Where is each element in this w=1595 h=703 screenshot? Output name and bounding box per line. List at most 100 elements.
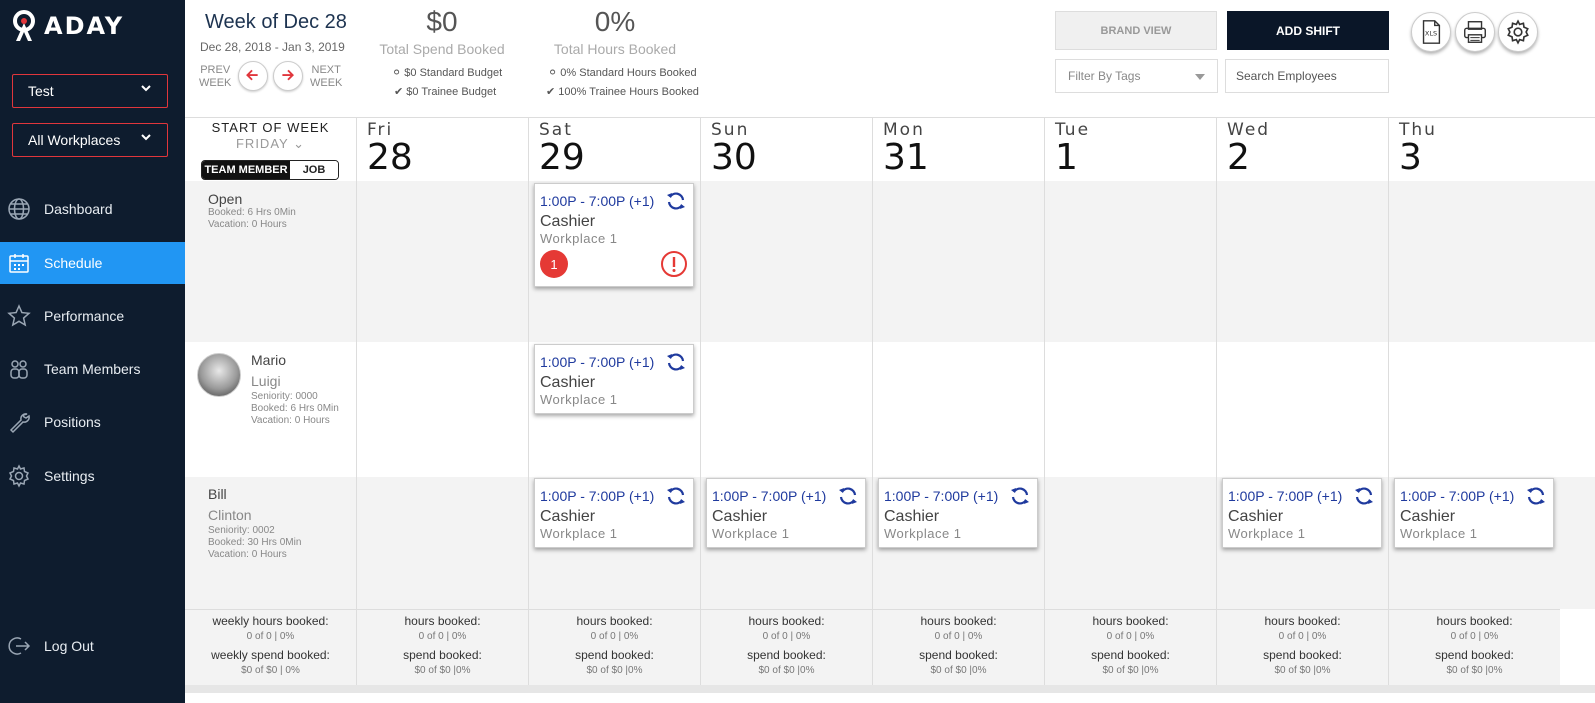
nav-dashboard[interactable]: Dashboard xyxy=(0,188,185,230)
workplace-select-value: All Workplaces xyxy=(28,132,121,148)
open-count-badge: 1 xyxy=(540,250,568,278)
day-number: 1 xyxy=(1055,137,1078,178)
spend-standard-text: $0 Standard Budget xyxy=(404,67,503,79)
sidebar: ADAY Test All Workplaces Dashboard Sched… xyxy=(0,0,185,703)
shift-card-bill-mon[interactable]: 1:00P - 7:00P (+1) Cashier Workplace 1 xyxy=(878,478,1038,548)
shift-workplace: Workplace 1 xyxy=(712,526,790,541)
nav-label: Dashboard xyxy=(44,201,113,217)
shift-workplace: Workplace 1 xyxy=(884,526,962,541)
day-header-sat: Sat 29 xyxy=(529,117,700,181)
calendar-icon xyxy=(9,254,29,273)
employee-last-name: Clinton xyxy=(208,507,252,523)
shift-card-bill-sun[interactable]: 1:00P - 7:00P (+1) Cashier Workplace 1 xyxy=(706,478,866,548)
workplace-select[interactable]: All Workplaces xyxy=(12,123,168,157)
prev-week-button[interactable] xyxy=(238,61,268,91)
export-xls-button[interactable]: XLS xyxy=(1411,12,1451,52)
trainee-icon: ✔︎ xyxy=(546,86,556,98)
horizontal-scrollbar[interactable] xyxy=(185,685,1595,693)
weekly-totals: weekly hours booked: 0 of 0 | 0% weekly … xyxy=(185,609,356,685)
sync-icon[interactable] xyxy=(836,484,860,508)
wrench-icon xyxy=(9,413,30,434)
employee-vacation: Vacation: 0 Hours xyxy=(208,219,287,230)
schedule-header: Week of Dec 28 Dec 28, 2018 - Jan 3, 201… xyxy=(185,0,1595,117)
shift-position: Cashier xyxy=(1400,508,1456,525)
next-week-label[interactable]: NEXT WEEK xyxy=(310,64,342,90)
hours-value: 0 of 0 | 0% xyxy=(934,631,983,642)
location-select-value: Test xyxy=(28,83,54,99)
day-totals-sun: hours booked: 0 of 0 | 0% spend booked: … xyxy=(701,609,872,685)
xls-file-icon: XLS xyxy=(1422,20,1441,44)
employee-first-name: Mario xyxy=(251,352,287,368)
settings-button[interactable] xyxy=(1498,12,1538,52)
nav-label: Performance xyxy=(44,308,125,324)
prev-week-line2: WEEK xyxy=(199,77,232,89)
add-shift-button[interactable]: ADD SHIFT xyxy=(1227,11,1389,50)
weekly-hours-label: weekly hours booked: xyxy=(212,614,329,628)
nav-logout[interactable]: Log Out xyxy=(0,625,185,667)
logo-text: ADAY xyxy=(44,12,125,40)
shift-position: Cashier xyxy=(540,508,596,525)
divider xyxy=(1388,117,1389,685)
spend-label: spend booked: xyxy=(575,648,654,662)
sync-icon[interactable] xyxy=(664,350,688,374)
hours-standard: ⚪︎ 0% Standard Hours Booked xyxy=(548,66,697,79)
toggle-team-member[interactable]: TEAM MEMBER xyxy=(202,161,290,179)
logo-icon xyxy=(13,10,35,41)
shift-card-bill-wed[interactable]: 1:00P - 7:00P (+1) Cashier Workplace 1 xyxy=(1222,478,1382,548)
hours-value: 0 of 0 | 0% xyxy=(418,631,467,642)
shift-card-bill-thu[interactable]: 1:00P - 7:00P (+1) Cashier Workplace 1 xyxy=(1394,478,1554,548)
sync-icon[interactable] xyxy=(664,484,688,508)
spend-trainee: ✔︎ $0 Trainee Budget xyxy=(394,85,496,98)
sync-icon[interactable] xyxy=(664,189,688,213)
employee-booked: Booked: 30 Hrs 0Min xyxy=(208,537,302,548)
star-icon xyxy=(7,304,31,327)
shift-workplace: Workplace 1 xyxy=(540,231,618,246)
trainee-icon: ✔︎ xyxy=(394,86,404,98)
spend-value: $0 of $0 |0% xyxy=(1102,665,1159,676)
employee-vacation: Vacation: 0 Hours xyxy=(208,549,287,560)
hours-trainee: ✔︎ 100% Trainee Hours Booked xyxy=(546,85,699,98)
nav-schedule[interactable]: Schedule xyxy=(0,242,185,284)
start-of-week-day: FRIDAY xyxy=(235,136,289,151)
hours-trainee-text: 100% Trainee Hours Booked xyxy=(558,86,699,98)
spend-value: $0 of $0 |0% xyxy=(758,665,815,676)
warning-icon[interactable] xyxy=(660,250,688,278)
print-button[interactable] xyxy=(1455,12,1495,52)
nav-team-members[interactable]: Team Members xyxy=(0,348,185,390)
hours-label: hours booked: xyxy=(1436,614,1513,628)
team-icon xyxy=(10,360,28,379)
next-week-line2: WEEK xyxy=(310,77,343,89)
day-totals-thu: hours booked: 0 of 0 | 0% spend booked: … xyxy=(1389,609,1560,685)
nav-settings[interactable]: Settings xyxy=(0,455,185,497)
shift-time: 1:00P - 7:00P (+1) xyxy=(712,488,827,504)
weekly-spend-label: weekly spend booked: xyxy=(211,648,330,662)
sync-icon[interactable] xyxy=(1352,484,1376,508)
employee-first-name: Bill xyxy=(208,486,227,502)
chevron-down-icon xyxy=(141,85,151,92)
spend-label: spend booked: xyxy=(1091,648,1170,662)
toggle-job[interactable]: JOB xyxy=(290,161,338,179)
hours-label: hours booked: xyxy=(1264,614,1341,628)
next-week-button[interactable] xyxy=(273,61,303,91)
sync-icon[interactable] xyxy=(1524,484,1548,508)
sync-icon[interactable] xyxy=(1008,484,1032,508)
shift-card-open-sat[interactable]: 1:00P - 7:00P (+1) Cashier Workplace 1 1 xyxy=(534,183,694,287)
app-logo[interactable]: ADAY xyxy=(12,8,124,44)
employee-meta: Seniority: 0000 Booked: 6 Hrs 0Min Vacat… xyxy=(251,391,339,427)
nav-positions[interactable]: Positions xyxy=(0,401,185,443)
filter-by-tags-select[interactable]: Filter By Tags xyxy=(1055,59,1218,93)
prev-week-label[interactable]: PREV WEEK xyxy=(199,64,231,90)
day-totals-fri: hours booked: 0 of 0 | 0% spend booked: … xyxy=(357,609,528,685)
start-of-week-select[interactable]: FRIDAY ⌄ xyxy=(185,136,356,152)
divider xyxy=(1216,117,1217,685)
shift-card-bill-sat[interactable]: 1:00P - 7:00P (+1) Cashier Workplace 1 xyxy=(534,478,694,548)
nav-performance[interactable]: Performance xyxy=(0,295,185,337)
brand-view-button[interactable]: BRAND VIEW xyxy=(1055,11,1217,50)
location-select[interactable]: Test xyxy=(12,74,168,108)
search-employees-input[interactable]: Search Employees xyxy=(1225,59,1389,93)
day-header-tue: Tue 1 xyxy=(1045,117,1216,181)
spend-trainee-text: $0 Trainee Budget xyxy=(406,86,497,98)
shift-card-mario-sat[interactable]: 1:00P - 7:00P (+1) Cashier Workplace 1 xyxy=(534,344,694,414)
nav-label: Team Members xyxy=(44,361,141,377)
spend-label: spend booked: xyxy=(919,648,998,662)
